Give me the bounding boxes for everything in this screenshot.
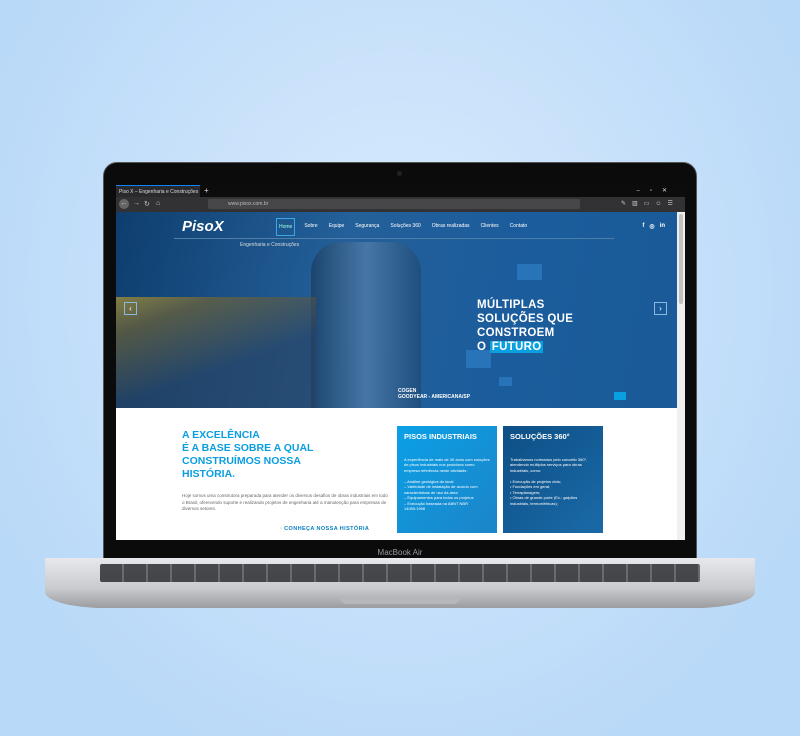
window-controls[interactable]: –▫✕ <box>637 187 678 194</box>
browser-toolbar: ← → ↻ ⌂ www.pisox.com.br ✎▥▭☺☰ <box>116 197 685 212</box>
card-text: A experiência de mais de 30 anos com sol… <box>404 456 490 473</box>
nav-sobre[interactable]: Sobre <box>302 218 319 236</box>
url-bar[interactable]: www.pisox.com.br <box>208 199 580 209</box>
logo[interactable]: PisoX <box>182 218 224 235</box>
nav-contato[interactable]: Contato <box>508 218 530 236</box>
prev-slide-button[interactable]: ‹ <box>124 302 137 315</box>
about-headline: A EXCELÊNCIA É A BASE SOBRE A QUAL CONSTRU… <box>182 429 314 480</box>
forward-icon[interactable]: → <box>133 200 140 207</box>
nav-home[interactable]: Home <box>276 218 296 236</box>
tagline: Engenharia e Construções <box>240 242 300 248</box>
chimney-image <box>311 242 421 408</box>
url-text: www.pisox.com.br <box>228 201 269 207</box>
card-item: – Variedade de instalação de acordo com … <box>404 484 478 495</box>
trackpad-notch <box>340 598 460 604</box>
next-slide-button[interactable]: › <box>654 302 667 315</box>
device-label: MacBook Air <box>377 548 423 557</box>
card-title: SOLUÇÕES 360° <box>510 432 570 441</box>
card-title: PISOS INDUSTRIAIS <box>404 432 477 441</box>
keyboard <box>100 564 700 582</box>
card-pisos-industriais[interactable]: PISOS INDUSTRIAIS A experiência de mais … <box>397 426 497 533</box>
card-item: – Execução baseada na ABNT NBR 14050:199… <box>404 500 468 512</box>
nav-seguranca[interactable]: Segurança <box>353 218 381 236</box>
main-nav: Home Sobre Equipe Segurança Soluções 360… <box>276 218 529 236</box>
caption-subtitle: GOODYEAR - AMERICANA/SP <box>398 394 471 400</box>
nav-clientes[interactable]: Clientes <box>479 218 501 236</box>
card-item: • Obras de grande porte (Ex.: galpões in… <box>510 495 578 506</box>
card-solucoes-360[interactable]: SOLUÇÕES 360° Trabalhamos norteados pelo… <box>503 426 603 533</box>
nav-solucoes[interactable]: Soluções 360 <box>388 218 422 236</box>
website: PisoX Engenharia e Construções Home Sobr… <box>116 212 685 540</box>
back-icon[interactable]: ← <box>119 199 129 209</box>
tab-bar: Piso X – Engenharia e Construções + –▫✕ <box>116 185 685 197</box>
nav-equipe[interactable]: Equipe <box>327 218 347 236</box>
tab-title: Piso X – Engenharia e Construções <box>119 189 199 195</box>
plant-image <box>116 297 316 408</box>
about-text: Hoje somos uma construtora preparada par… <box>182 493 388 511</box>
new-tab-button[interactable]: + <box>204 186 209 195</box>
camera <box>397 171 402 176</box>
history-link[interactable]: › CONHEÇA NOSSA HISTÓRIA <box>280 526 369 532</box>
instagram-icon[interactable]: ◎ <box>649 223 654 230</box>
card-text: Trabalhamos norteados pelo conceito 360°… <box>510 456 588 473</box>
reload-icon[interactable]: ↻ <box>144 200 150 208</box>
hero-slider: PisoX Engenharia e Construções Home Sobr… <box>116 212 677 408</box>
nav-obras[interactable]: Obras realizadas <box>430 218 472 236</box>
hero-headline: MÚLTIPLAS SOLUÇÕES QUE CONSTROEM O FUTURO <box>477 299 574 353</box>
toolbar-icons[interactable]: ✎▥▭☺☰ <box>621 200 679 207</box>
home-icon[interactable]: ⌂ <box>156 200 160 207</box>
linkedin-icon[interactable]: in <box>660 223 665 230</box>
page-scrollbar[interactable] <box>677 212 685 540</box>
browser-tab[interactable]: Piso X – Engenharia e Construções <box>116 185 200 197</box>
facebook-icon[interactable]: f <box>642 223 644 230</box>
screen: Piso X – Engenharia e Construções + –▫✕ … <box>116 185 685 540</box>
